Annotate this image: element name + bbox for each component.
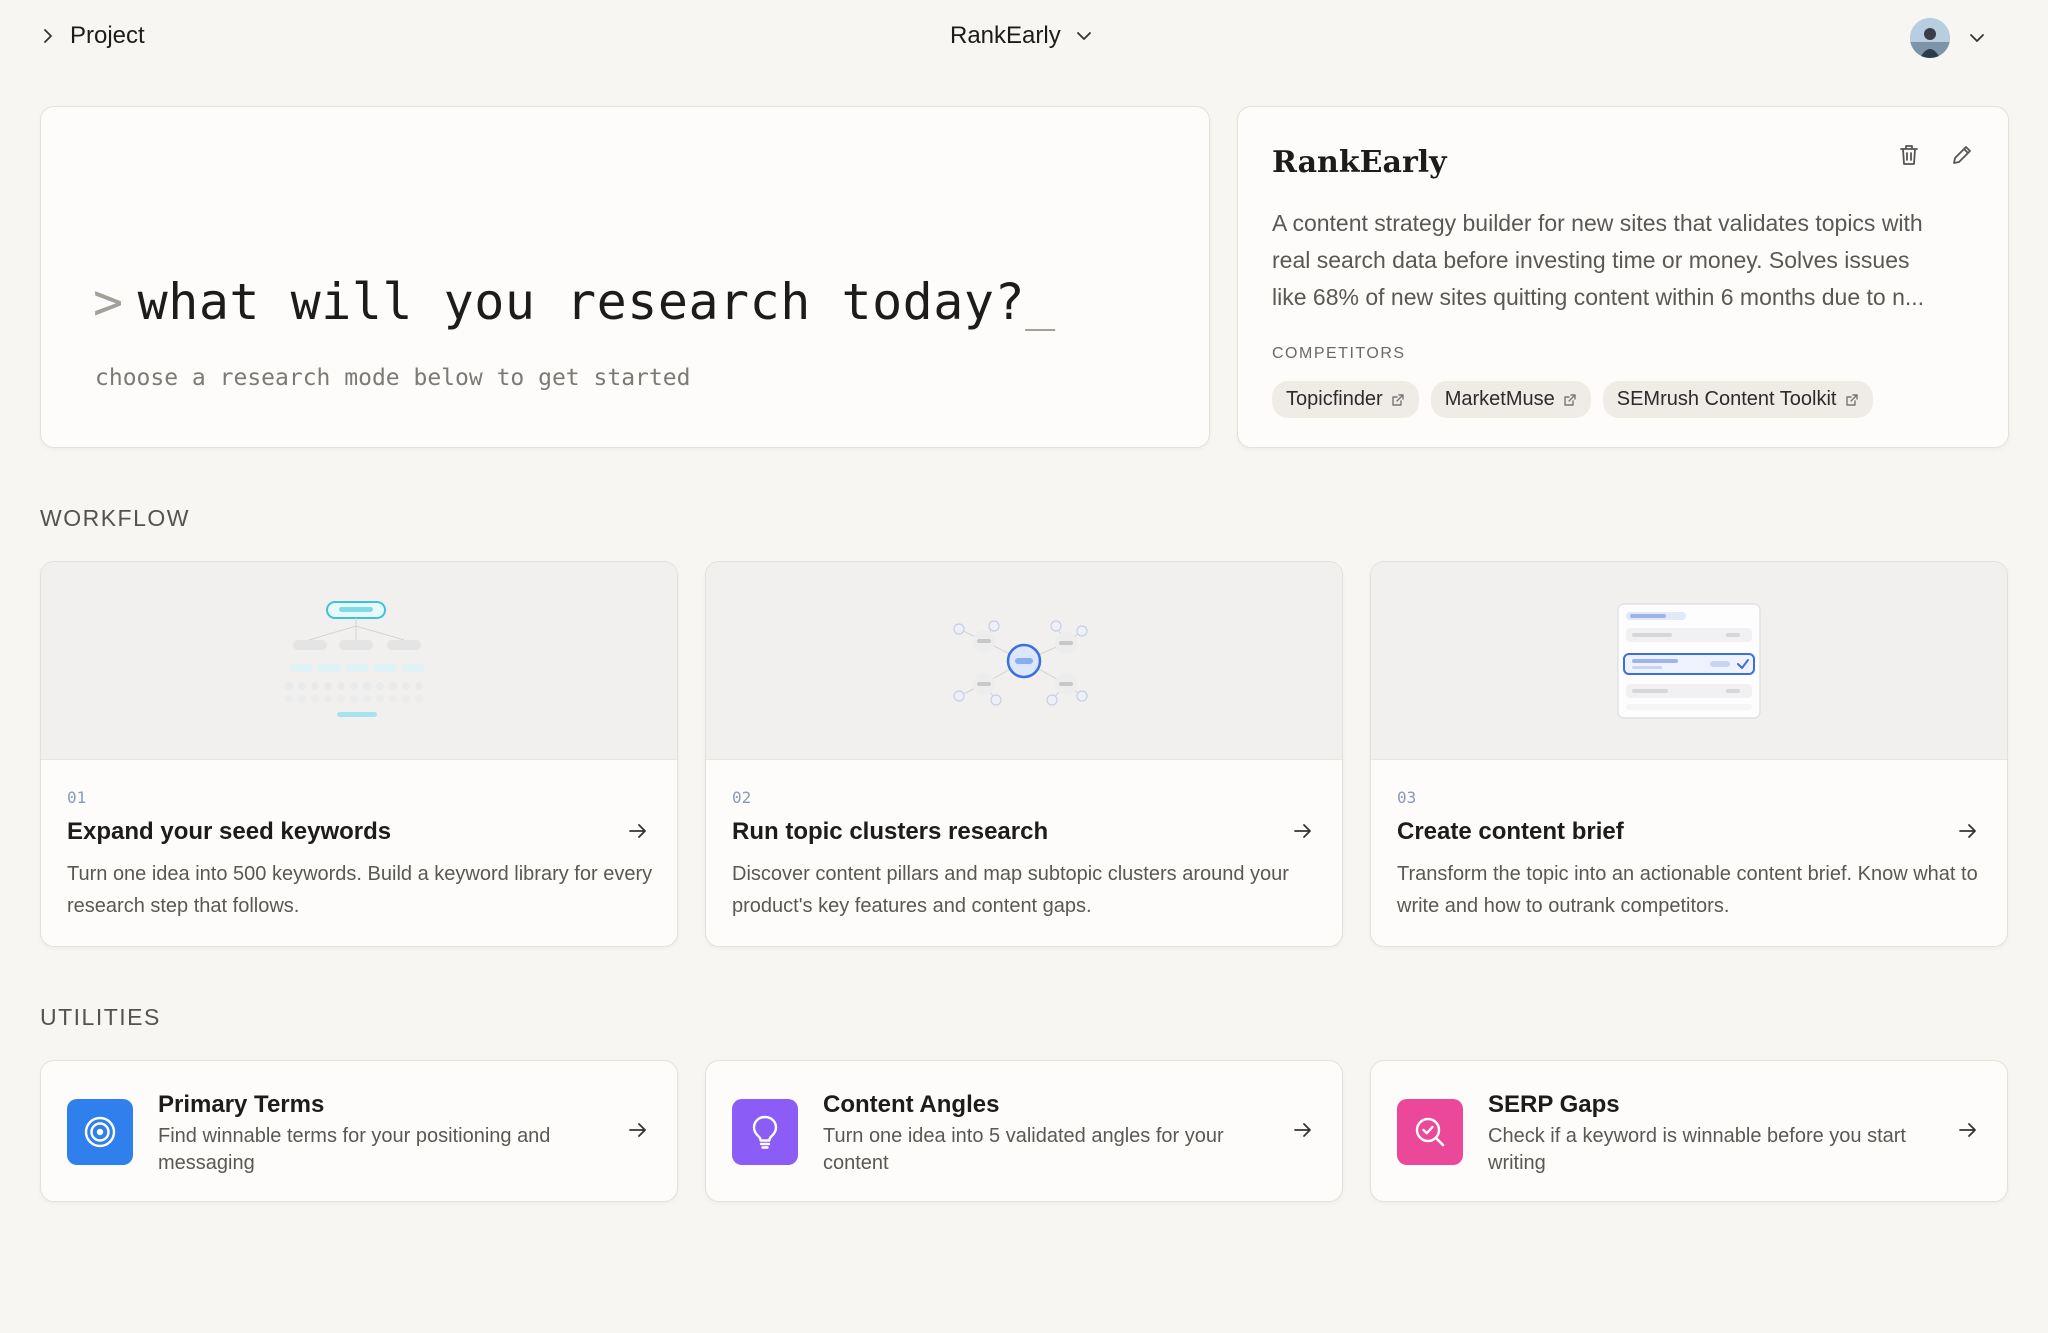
utility-card-serp-gaps[interactable]: SERP Gaps Check if a keyword is winnable… [1370, 1060, 2008, 1202]
prompt-cursor: _ [1025, 273, 1056, 331]
prompt-text: what will you research today? [137, 273, 1026, 331]
project-description: A content strategy builder for new sites… [1272, 205, 1982, 316]
competitor-name: Topicfinder [1286, 388, 1383, 410]
keyword-tree-illustration [41, 562, 677, 760]
chevron-right-icon [44, 29, 52, 43]
competitor-name: MarketMuse [1444, 388, 1555, 410]
competitor-chip[interactable]: MarketMuse [1430, 381, 1591, 418]
project-actions [1898, 143, 1974, 167]
topic-cluster-illustration [706, 562, 1342, 760]
project-info-card: RankEarly A content strategy builder for… [1237, 106, 2009, 448]
arrow-right-icon [1294, 824, 1311, 838]
utility-title: SERP Gaps [1488, 1091, 1620, 1118]
workflow-card-keywords[interactable]: 01 Expand your seed keywords Turn one id… [40, 561, 678, 947]
utility-description: Check if a keyword is winnable before yo… [1488, 1125, 1906, 1174]
workflow-title: Run topic clusters research [732, 818, 1049, 845]
prompt-symbol: > [93, 273, 124, 331]
workflow-step-number: 01 [67, 788, 87, 807]
workflow-card-topic-clusters[interactable]: 02 Run topic clusters research Discover … [705, 561, 1343, 947]
lightbulb-icon [732, 1099, 798, 1165]
utilities-section-label: UTILITIES [40, 1004, 161, 1030]
chevron-down-icon [1076, 32, 1091, 40]
arrow-right-icon [1294, 1123, 1311, 1137]
workflow-description: Turn one idea into 500 keywords. Build a… [67, 863, 653, 917]
top-bar: Project RankEarly [0, 0, 2048, 78]
pencil-icon[interactable] [1950, 143, 1974, 167]
arrow-right-icon [1959, 1123, 1976, 1137]
project-switcher[interactable]: RankEarly [950, 22, 1093, 50]
project-switcher-label: RankEarly [950, 22, 1061, 49]
research-prompt: > what will you research today?_ [93, 273, 1056, 331]
avatar[interactable] [1910, 18, 1950, 58]
utility-card-primary-terms[interactable]: Primary Terms Find winnable terms for yo… [40, 1060, 678, 1202]
competitor-name: SEMrush Content Toolkit [1616, 388, 1837, 410]
prompt-subtitle: choose a research mode below to get star… [95, 365, 691, 391]
utility-title: Primary Terms [158, 1091, 325, 1118]
utility-description: Turn one idea into 5 validated angles fo… [823, 1125, 1224, 1174]
project-description-line: real search data before investing time o… [1272, 247, 1910, 273]
competitors-list: Topicfinder MarketMuse SEMrush Content T… [1272, 381, 1873, 418]
chevron-down-icon [1970, 34, 1984, 42]
external-link-icon [1845, 393, 1858, 406]
competitor-chip[interactable]: Topicfinder [1272, 381, 1419, 418]
content-brief-illustration [1371, 562, 2007, 760]
arrow-right-icon [629, 1123, 646, 1137]
external-link-icon [1564, 393, 1576, 406]
project-description-line: like 68% of new sites quitting content w… [1272, 284, 1925, 310]
target-icon [67, 1099, 133, 1165]
breadcrumb-project[interactable]: Project [40, 22, 145, 50]
utility-title: Content Angles [823, 1091, 1000, 1118]
workflow-title: Create content brief [1397, 818, 1624, 845]
workflow-description: Discover content pillars and map subtopi… [732, 863, 1289, 917]
competitors-label: COMPETITORS [1272, 345, 1406, 362]
research-prompt-card[interactable]: > what will you research today?_ choose a… [40, 106, 1210, 448]
workflow-section-label: WORKFLOW [40, 505, 190, 531]
workflow-title: Expand your seed keywords [67, 818, 392, 845]
utility-card-content-angles[interactable]: Content Angles Turn one idea into 5 vali… [705, 1060, 1343, 1202]
workflow-step-number: 03 [1397, 788, 1417, 807]
utility-description: Find winnable terms for your positioning… [158, 1125, 551, 1174]
arrow-right-icon [1959, 824, 1976, 838]
breadcrumb-label: Project [70, 22, 145, 49]
user-menu[interactable] [1910, 18, 1986, 58]
workflow-card-content-brief[interactable]: 03 Create content brief Transform the to… [1370, 561, 2008, 947]
project-description-line: A content strategy builder for new sites… [1272, 210, 1923, 236]
trash-icon[interactable] [1898, 143, 1920, 167]
competitor-chip[interactable]: SEMrush Content Toolkit [1602, 381, 1873, 418]
workflow-description: Transform the topic into an actionable c… [1397, 863, 1978, 917]
external-link-icon [1392, 393, 1404, 406]
arrow-right-icon [629, 824, 646, 838]
project-title: RankEarly [1272, 145, 1447, 180]
search-check-icon [1397, 1099, 1463, 1165]
workflow-step-number: 02 [732, 788, 752, 807]
